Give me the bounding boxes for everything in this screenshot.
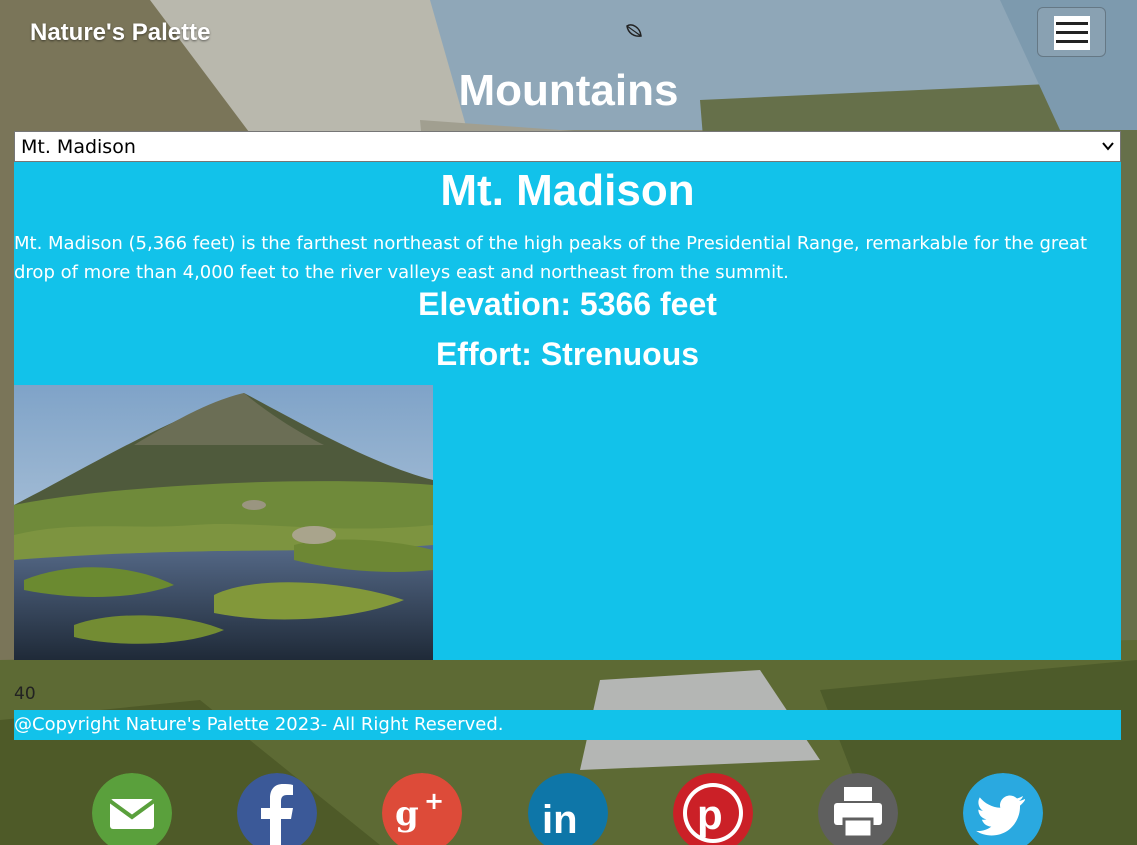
leaf-icon <box>626 24 642 37</box>
hamburger-menu-icon <box>1054 16 1090 50</box>
mountain-effort: Effort: Strenuous <box>435 336 700 372</box>
menu-toggle-button[interactable] <box>1037 7 1106 57</box>
mountain-card: Mt. Madison Mt. Madison (5,366 feet) is … <box>14 162 1121 660</box>
pinterest-icon: p <box>673 773 753 845</box>
chevron-down-icon <box>1102 142 1114 151</box>
email-icon <box>92 773 172 845</box>
page-title: Mountains <box>458 66 679 115</box>
linkedin-icon: in <box>528 773 608 845</box>
mountain-photo <box>14 385 433 660</box>
mountain-elevation: Elevation: 5366 feet <box>418 286 717 322</box>
footer: @Copyright Nature's Palette 2023- All Ri… <box>14 710 1121 740</box>
share-pinterest-button[interactable]: p <box>673 773 753 845</box>
facebook-icon <box>237 773 317 845</box>
svg-text:+: + <box>424 787 444 815</box>
share-twitter-button[interactable] <box>963 773 1043 845</box>
svg-text:g: g <box>395 794 419 834</box>
mountain-select-value: Mt. Madison <box>21 136 136 158</box>
brand-logo[interactable]: Nature's Palette <box>30 19 210 47</box>
mountain-description: Mt. Madison (5,366 feet) is the farthest… <box>14 233 1088 283</box>
page-counter: 40 <box>14 684 36 704</box>
navbar: Nature's Palette Mountains <box>0 0 1137 130</box>
mountain-select[interactable]: Mt. Madison <box>14 131 1121 162</box>
share-linkedin-button[interactable]: in <box>528 773 608 845</box>
share-google-plus-button[interactable]: g + <box>382 773 462 845</box>
twitter-icon <box>963 773 1043 845</box>
google-plus-icon: g + <box>382 773 462 845</box>
svg-text:p: p <box>697 791 723 838</box>
svg-text:in: in <box>542 798 578 842</box>
copyright-text: @Copyright Nature's Palette 2023- All Ri… <box>14 714 504 735</box>
print-button[interactable] <box>818 773 898 845</box>
mountain-name: Mt. Madison <box>440 166 695 215</box>
share-facebook-button[interactable] <box>237 773 317 845</box>
print-icon <box>818 773 898 845</box>
share-email-button[interactable] <box>92 773 172 845</box>
